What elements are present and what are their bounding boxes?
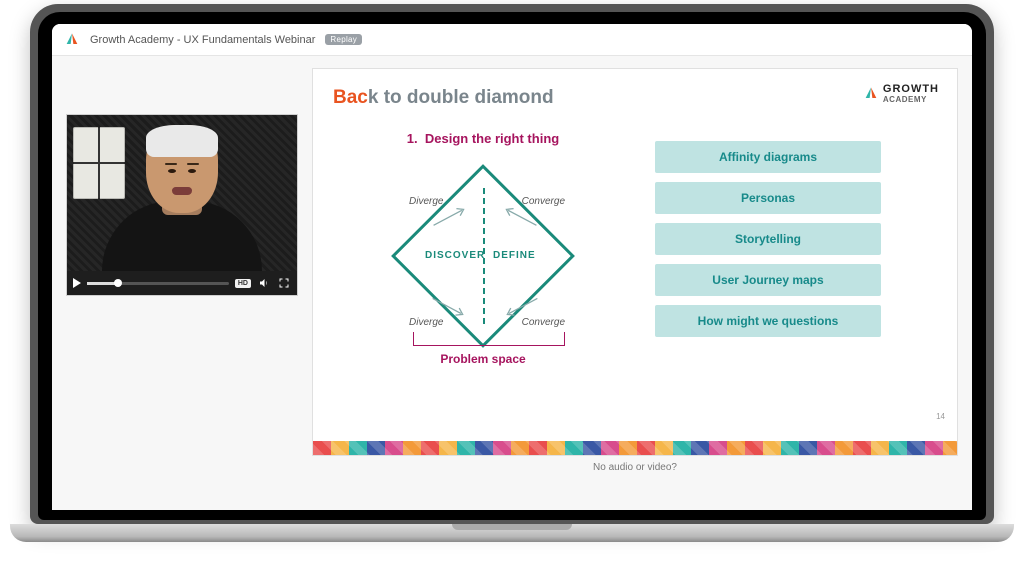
converge-label-bottom: Converge bbox=[522, 317, 565, 328]
laptop-screen: Growth Academy - UX Fundamentals Webinar… bbox=[38, 12, 986, 520]
diverge-label-top: Diverge bbox=[409, 196, 443, 207]
slide-title-rest: k to double diamond bbox=[368, 87, 554, 108]
step-number: 1. bbox=[407, 131, 418, 146]
presentation-slide: GROWTH ACADEMY Back to double diamond bbox=[312, 68, 958, 456]
brand-logo-icon bbox=[64, 32, 80, 48]
replay-badge: Replay bbox=[325, 34, 362, 45]
laptop-base bbox=[10, 524, 1014, 542]
player-controls: HD bbox=[67, 271, 297, 295]
define-label: DEFINE bbox=[493, 250, 536, 261]
presenter-figure bbox=[97, 121, 267, 271]
brand-main: GROWTH bbox=[883, 83, 939, 95]
method-card: Personas bbox=[655, 182, 881, 214]
play-button[interactable] bbox=[73, 278, 81, 288]
step-heading: 1. Design the right thing bbox=[333, 131, 633, 146]
method-card: Affinity diagrams bbox=[655, 141, 881, 173]
volume-icon[interactable] bbox=[257, 276, 271, 290]
method-card: How might we questions bbox=[655, 305, 881, 337]
webinar-title: Growth Academy - UX Fundamentals Webinar bbox=[90, 34, 315, 46]
double-diamond-diagram: 1. Design the right thing DISCOVER DEFIN… bbox=[333, 131, 633, 356]
method-card: User Journey maps bbox=[655, 264, 881, 296]
diverge-label-bottom: Diverge bbox=[409, 317, 443, 328]
slide-footer-pattern bbox=[313, 441, 957, 455]
slide-title-accent: Bac bbox=[333, 87, 368, 108]
seek-bar[interactable] bbox=[87, 282, 229, 285]
webinar-app: Growth Academy - UX Fundamentals Webinar… bbox=[52, 24, 972, 510]
av-help-link[interactable]: No audio or video? bbox=[312, 462, 958, 473]
video-frame[interactable] bbox=[67, 115, 297, 271]
video-player: HD bbox=[66, 114, 298, 296]
method-card: Storytelling bbox=[655, 223, 881, 255]
slide-column: GROWTH ACADEMY Back to double diamond bbox=[312, 68, 958, 473]
fullscreen-icon[interactable] bbox=[277, 276, 291, 290]
problem-space-bracket bbox=[413, 332, 565, 346]
converge-label-top: Converge bbox=[522, 196, 565, 207]
methods-list: Affinity diagrams Personas Storytelling … bbox=[655, 141, 881, 356]
quality-badge[interactable]: HD bbox=[235, 279, 251, 288]
content-area: HD bbox=[52, 56, 972, 485]
slide-page-number: 14 bbox=[936, 412, 945, 421]
slide-brand-logo: GROWTH ACADEMY bbox=[863, 83, 939, 104]
step-text: Design the right thing bbox=[425, 131, 559, 146]
laptop-frame: Growth Academy - UX Fundamentals Webinar… bbox=[30, 4, 994, 524]
problem-space-label: Problem space bbox=[333, 352, 633, 366]
slide-title: Back to double diamond bbox=[333, 87, 937, 109]
brand-sub: ACADEMY bbox=[883, 95, 939, 104]
discover-label: DISCOVER bbox=[425, 250, 485, 261]
app-header: Growth Academy - UX Fundamentals Webinar… bbox=[52, 24, 972, 56]
